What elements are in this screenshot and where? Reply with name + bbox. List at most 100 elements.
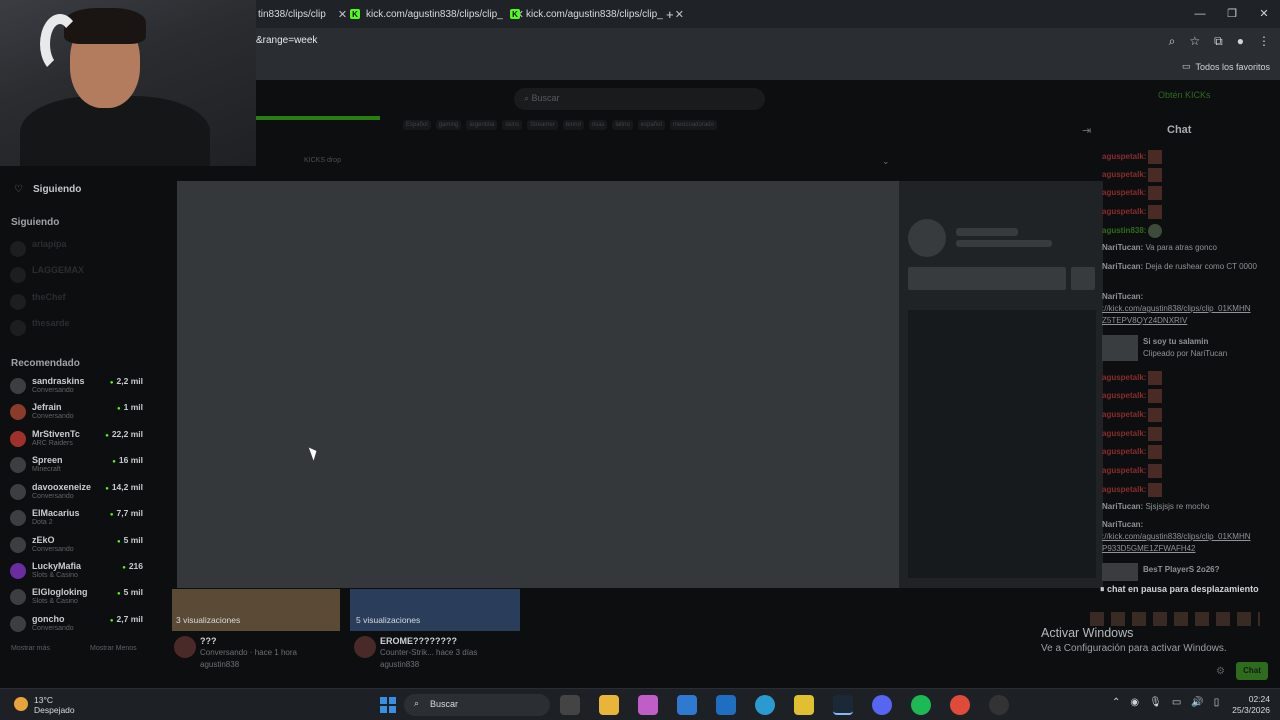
tag[interactable]: latino — [612, 120, 633, 130]
network-icon[interactable]: ▭ — [1172, 697, 1181, 708]
obtain-kicks-button[interactable]: Obtén KICKs — [1158, 90, 1211, 100]
clip-author[interactable]: agustin838 — [380, 660, 419, 669]
clip-card-title[interactable]: BesT PlayerS 2o26? — [1143, 565, 1219, 574]
sidebar-item-recommended[interactable]: MrStivenTcARC Raiders 22,2 mil — [10, 429, 145, 453]
chat-username[interactable]: aguspetalk: — [1102, 391, 1146, 400]
chat-username[interactable]: aguspetalk: — [1102, 485, 1146, 494]
chat-username[interactable]: aguspetalk: — [1102, 373, 1146, 382]
sidebar-item-following[interactable]: LAGGEMAX — [10, 265, 145, 289]
tag[interactable]: skins — [502, 120, 523, 130]
chat-username[interactable]: NariTucan: — [1102, 262, 1143, 271]
app-icon[interactable] — [989, 695, 1009, 715]
tag[interactable]: gaming — [435, 120, 462, 130]
chat-link[interactable]: ://kick.com/agustin838/clips/clip_01KMHN… — [1102, 532, 1251, 553]
chat-username[interactable]: agustin838: — [1102, 226, 1146, 235]
chat-username[interactable]: aguspetalk: — [1102, 188, 1146, 197]
emote-bar[interactable] — [1090, 612, 1260, 626]
collapse-chat-icon[interactable]: ⇥ — [1082, 124, 1091, 137]
task-view-icon[interactable] — [560, 695, 580, 715]
sidebar-item-recommended[interactable]: sandraskinsConversando 2,2 mil — [10, 376, 145, 400]
clip-card-title[interactable]: Si soy tu salamin — [1143, 337, 1208, 346]
pen-app-icon[interactable] — [794, 695, 814, 715]
system-clock[interactable]: 02:24 25/3/2026 — [1232, 694, 1270, 716]
steam-tray-icon[interactable]: ◉ — [1130, 697, 1139, 708]
tab-1[interactable]: tin838/clips/clip ✕ — [250, 4, 355, 24]
spotify-icon[interactable] — [911, 695, 931, 715]
following-header[interactable]: Siguiendo — [33, 184, 81, 195]
all-bookmarks[interactable]: ▭ Todos los favoritos — [1182, 61, 1270, 72]
chevron-up-icon[interactable]: ⌃ — [1112, 697, 1120, 708]
sidebar-item-recommended[interactable]: JefrainConversando 1 mil — [10, 402, 145, 426]
chrome-icon[interactable] — [950, 695, 970, 715]
chat-link[interactable]: ://kick.com/agustin838/clips/clip_01KMHN… — [1102, 304, 1251, 325]
chat-username[interactable]: aguspetalk: — [1102, 466, 1146, 475]
minimize-icon[interactable]: — — [1184, 0, 1216, 28]
sidebar-item-following[interactable]: theChef — [10, 292, 145, 316]
chat-username[interactable]: NariTucan: — [1102, 502, 1143, 511]
zoom-icon[interactable]: ⌕ — [1169, 34, 1176, 49]
show-less-link[interactable]: Mostrar Menos — [90, 645, 137, 652]
tag[interactable]: español — [637, 120, 665, 130]
sidebar-item-recommended[interactable]: zEkOConversando 5 mil — [10, 535, 145, 559]
chat-paused-banner[interactable]: ⏸ chat en pausa para desplazamiento — [1100, 584, 1259, 595]
tag[interactable]: tenrol — [562, 120, 584, 130]
chat-username[interactable]: aguspetalk: — [1102, 410, 1146, 419]
tag[interactable]: mexicoadorado — [669, 120, 717, 130]
clip-modal-player[interactable] — [177, 181, 899, 588]
chat-username[interactable]: NariTucan: — [1102, 520, 1143, 529]
sidebar-item-following[interactable]: thesarde — [10, 318, 145, 342]
kicks-drop-label[interactable]: KICKS drop — [304, 157, 341, 164]
avatar[interactable] — [354, 636, 376, 658]
sidebar-item-following[interactable]: ariapipa — [10, 239, 145, 263]
send-chat-button[interactable]: Chat — [1236, 662, 1268, 680]
sidebar-item-recommended[interactable]: ElMacariusDota 2 7,7 mil — [10, 508, 145, 532]
battery-icon[interactable]: ▯ — [1214, 697, 1220, 708]
sidebar-item-recommended[interactable]: ElGloglokingSlots & Casino 5 mil — [10, 587, 145, 611]
tag[interactable]: argentina — [466, 120, 498, 130]
skeleton-avatar — [908, 219, 946, 257]
profile-avatar[interactable]: ● — [1237, 34, 1244, 49]
chat-username[interactable]: aguspetalk: — [1102, 429, 1146, 438]
taskbar-search[interactable]: ⌕ Buscar — [404, 694, 550, 716]
new-tab-button[interactable]: + — [658, 4, 682, 24]
sidebar-item-recommended[interactable]: SpreenMinecraft 16 mil — [10, 455, 145, 479]
discord-icon[interactable] — [872, 695, 892, 715]
windows-start-icon[interactable] — [380, 697, 396, 713]
chat-username[interactable]: aguspetalk: — [1102, 170, 1146, 179]
file-explorer-icon[interactable] — [599, 695, 619, 715]
clip-card-thumbnail[interactable] — [1102, 335, 1138, 361]
copilot-icon[interactable] — [638, 695, 658, 715]
volume-icon[interactable]: 🔊 — [1191, 697, 1203, 708]
chevron-down-icon[interactable]: ⌄ — [882, 156, 890, 167]
steam-icon[interactable] — [833, 695, 853, 715]
store-icon[interactable] — [677, 695, 697, 715]
chat-username[interactable]: NariTucan: — [1102, 292, 1143, 301]
chat-username[interactable]: aguspetalk: — [1102, 447, 1146, 456]
chat-username[interactable]: NariTucan: — [1102, 243, 1143, 252]
search-input[interactable]: ⌕ Buscar — [514, 88, 765, 110]
microphone-icon[interactable]: 🎙 — [1149, 697, 1162, 708]
tag[interactable]: Español — [403, 120, 431, 130]
url-field[interactable]: &range=week — [256, 35, 317, 46]
chat-username[interactable]: aguspetalk: — [1102, 152, 1146, 161]
edge-icon[interactable] — [755, 695, 775, 715]
close-window-icon[interactable]: ✕ — [1248, 0, 1280, 28]
tag[interactable]: Streamer — [527, 120, 558, 130]
clip-author[interactable]: agustin838 — [200, 660, 239, 669]
outlook-icon[interactable] — [716, 695, 736, 715]
menu-kebab-icon[interactable]: ⋮ — [1258, 34, 1270, 49]
clip-title[interactable]: ??? — [200, 636, 217, 646]
restore-icon[interactable]: ❐ — [1216, 0, 1248, 28]
show-more-link[interactable]: Mostrar más — [11, 645, 50, 652]
star-icon[interactable]: ☆ — [1189, 34, 1200, 49]
extensions-icon[interactable]: ⧉ — [1214, 34, 1223, 49]
sidebar-item-recommended[interactable]: LuckyMafiaSlots & Casino 216 — [10, 561, 145, 585]
chat-username[interactable]: aguspetalk: — [1102, 207, 1146, 216]
gear-icon[interactable]: ⚙ — [1216, 666, 1225, 677]
tag[interactable]: risas — [588, 120, 608, 130]
clip-card-thumbnail[interactable] — [1102, 563, 1138, 581]
avatar[interactable] — [174, 636, 196, 658]
sidebar-item-recommended[interactable]: davooxeneizeConversando 14,2 mil — [10, 482, 145, 506]
clip-title[interactable]: EROME???????? — [380, 636, 457, 646]
sidebar-item-recommended[interactable]: gonchoConversando 2,7 mil — [10, 614, 145, 638]
